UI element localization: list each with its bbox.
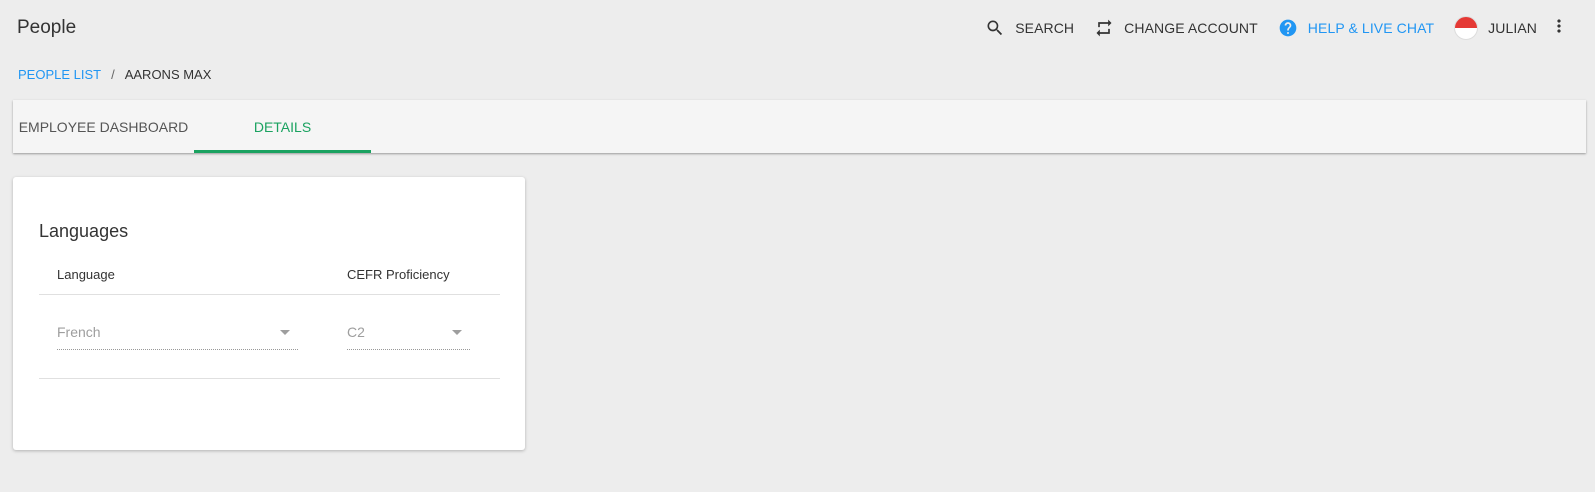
help-label: HELP & LIVE CHAT [1307,20,1435,36]
top-actions: SEARCH CHANGE ACCOUNT HELP & LIVE CHAT J… [985,0,1595,56]
proficiency-select[interactable]: C2 [347,317,470,350]
column-header-language: Language [57,267,115,282]
column-header-proficiency: CEFR Proficiency [347,267,450,282]
card-title: Languages [39,221,129,241]
help-live-chat-button[interactable]: HELP & LIVE CHAT [1278,18,1434,38]
tab-details[interactable]: DETAILS [194,100,371,153]
change-account-button[interactable]: CHANGE ACCOUNT [1094,18,1258,38]
languages-card: Languages Language CEFR Proficiency Fren… [13,177,525,450]
dropdown-arrow-icon [280,330,290,335]
dropdown-arrow-icon [452,330,462,335]
user-menu-button[interactable]: JULIAN [1454,16,1537,40]
search-button[interactable]: SEARCH [985,18,1074,38]
language-select-value: French [57,324,101,340]
search-label: SEARCH [1015,20,1075,36]
breadcrumb: PEOPLE LIST / AARONS MAX [18,67,211,82]
tab-bar: EMPLOYEE DASHBOARD DETAILS [13,100,1586,153]
app-title: People [17,17,77,38]
top-bar: People SEARCH CHANGE ACCOUNT HELP & LIVE… [0,0,1595,56]
divider [39,294,500,295]
divider [39,378,500,379]
user-name: JULIAN [1488,20,1537,36]
language-select[interactable]: French [57,317,298,350]
avatar [1454,16,1479,40]
help-icon [1278,18,1298,38]
proficiency-select-value: C2 [347,324,365,340]
tab-employee-dashboard[interactable]: EMPLOYEE DASHBOARD [13,100,194,153]
breadcrumb-separator: / [111,67,115,82]
breadcrumb-people-list[interactable]: PEOPLE LIST [18,67,101,82]
active-tab-indicator [194,150,371,153]
swap-icon [1094,18,1114,38]
more-vert-icon[interactable] [1549,16,1569,41]
breadcrumb-current: AARONS MAX [124,67,212,82]
change-account-label: CHANGE ACCOUNT [1124,20,1258,36]
search-icon [985,18,1005,38]
